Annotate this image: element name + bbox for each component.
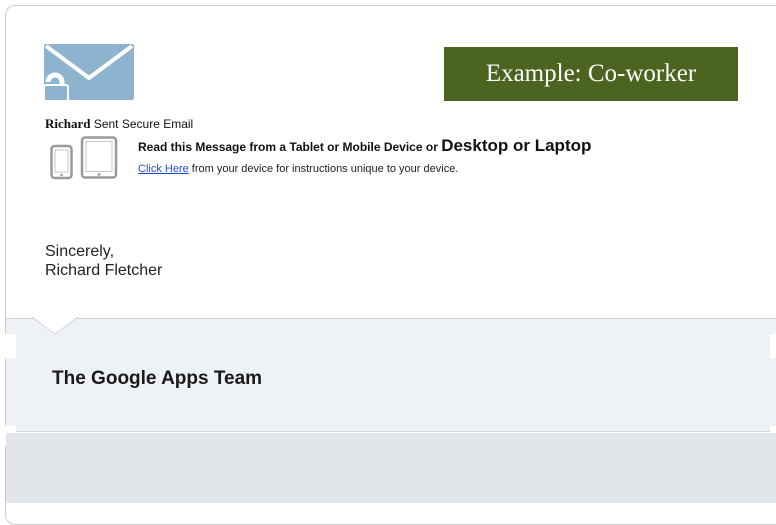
read-prefix: Read this Message from a Tablet or Mobil… [138,140,442,154]
link-suffix: from your device for instructions unique… [188,163,459,175]
footer-right-mark [770,334,776,358]
sender-suffix: Sent Secure Email [90,117,194,131]
callout-notch [32,317,78,335]
closing-block: Sincerely, Richard Fletcher [45,242,162,280]
signature-name: Richard Fletcher [45,262,163,279]
read-emphasis: Desktop or Laptop [441,136,592,155]
tablet-phone-icon [50,136,118,180]
team-name: The Google Apps Team [52,368,263,389]
closing-text: Sincerely, [45,243,115,260]
click-here-link[interactable]: Click Here [138,163,189,175]
sender-line: Richard Sent Secure Email [45,116,193,132]
footer-left-mark [4,334,16,358]
sender-name: Richard [45,116,91,131]
click-instructions: Click Here from your device for instruct… [138,163,458,175]
mail-lock-icon [44,44,134,102]
bottom-strip [6,433,776,503]
read-instructions: Read this Message from a Tablet or Mobil… [138,136,591,156]
example-badge: Example: Co-worker [444,47,738,101]
